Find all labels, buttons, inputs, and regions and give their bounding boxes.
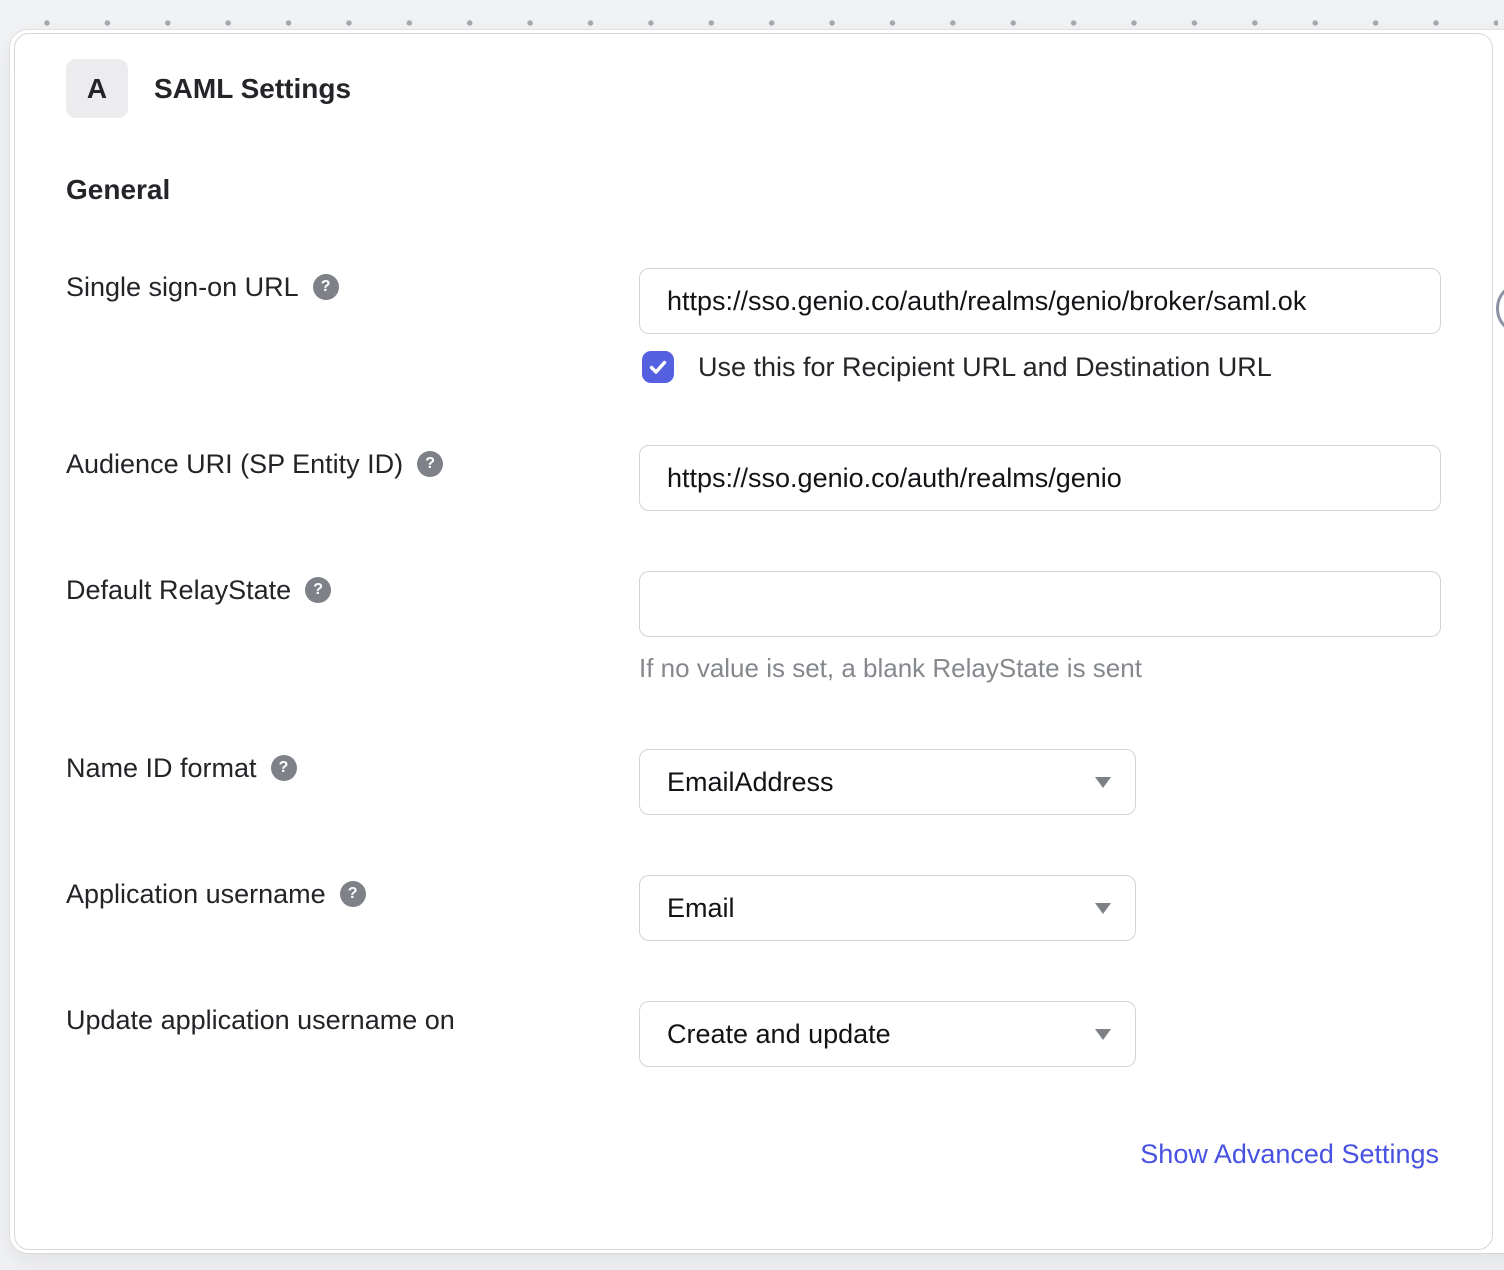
update-application-username-row: Update application username on Create an…	[66, 1001, 1439, 1067]
application-username-value: Email	[667, 893, 735, 924]
recipient-destination-checkbox-label: Use this for Recipient URL and Destinati…	[698, 351, 1272, 383]
name-id-format-select[interactable]: EmailAddress	[639, 749, 1136, 815]
recipient-destination-checkbox-row: Use this for Recipient URL and Destinati…	[639, 351, 1441, 383]
sso-url-row: Single sign-on URL ? Use this	[66, 268, 1439, 383]
help-icon[interactable]: ?	[417, 451, 443, 477]
step-badge: A	[66, 59, 128, 118]
dropdown-caret-icon	[1095, 903, 1111, 914]
recipient-destination-checkbox[interactable]	[642, 351, 674, 383]
saml-settings-dialog: A SAML Settings General Single sign-on U…	[10, 30, 1504, 1253]
update-application-username-select[interactable]: Create and update	[639, 1001, 1136, 1067]
audience-uri-row: Audience URI (SP Entity ID) ?	[66, 445, 1439, 511]
help-icon[interactable]: ?	[340, 881, 366, 907]
saml-settings-panel: A SAML Settings General Single sign-on U…	[14, 33, 1493, 1250]
step-header: A SAML Settings	[66, 59, 1439, 118]
help-icon[interactable]: ?	[305, 577, 331, 603]
update-application-username-label: Update application username on	[66, 1006, 455, 1034]
application-username-label: Application username	[66, 880, 326, 908]
footer-row: Show Advanced Settings	[66, 1137, 1439, 1171]
sso-url-input[interactable]	[639, 268, 1441, 334]
default-relay-state-input[interactable]	[639, 571, 1441, 637]
sso-url-label: Single sign-on URL	[66, 273, 299, 301]
dropdown-caret-icon	[1095, 1029, 1111, 1040]
dotted-guide-strip	[44, 20, 1498, 26]
default-relay-state-label: Default RelayState	[66, 576, 291, 604]
audience-uri-label: Audience URI (SP Entity ID)	[66, 450, 403, 478]
update-application-username-value: Create and update	[667, 1019, 891, 1050]
name-id-format-value: EmailAddress	[667, 767, 834, 798]
application-username-row: Application username ? Email	[66, 875, 1439, 941]
help-icon[interactable]: ?	[313, 274, 339, 300]
show-advanced-settings-link[interactable]: Show Advanced Settings	[1140, 1137, 1439, 1171]
name-id-format-label: Name ID format	[66, 754, 257, 782]
default-relay-state-row: Default RelayState ? If no value is set,…	[66, 571, 1439, 683]
help-icon[interactable]: ?	[271, 755, 297, 781]
name-id-format-row: Name ID format ? EmailAddress	[66, 749, 1439, 815]
relay-state-helper-text: If no value is set, a blank RelayState i…	[639, 653, 1441, 683]
check-icon	[648, 357, 668, 377]
general-section-heading: General	[66, 174, 1439, 206]
step-title: SAML Settings	[154, 73, 351, 105]
dropdown-caret-icon	[1095, 777, 1111, 788]
application-username-select[interactable]: Email	[639, 875, 1136, 941]
audience-uri-input[interactable]	[639, 445, 1441, 511]
